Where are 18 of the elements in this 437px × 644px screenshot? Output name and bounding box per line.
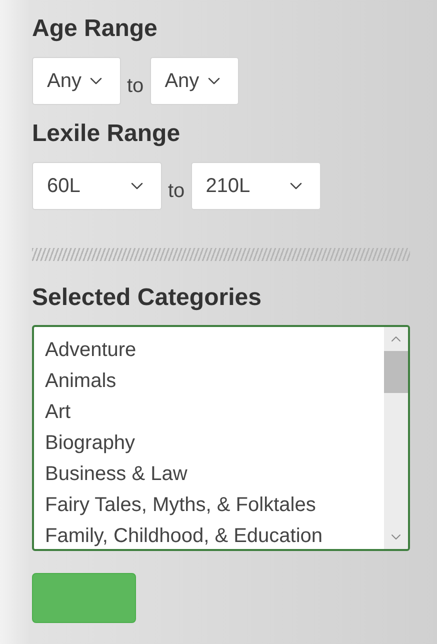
category-option[interactable]: Business & Law [45,459,384,490]
category-option[interactable]: Art [45,397,384,428]
section-heading: Age Range [32,14,158,44]
section-heading: Lexile Range [32,119,182,149]
category-option[interactable]: Adventure [45,335,384,366]
dropdown-select[interactable]: 210L [190,162,321,210]
category-option[interactable]: Animals [45,366,384,397]
category-option[interactable]: Family, Childhood, & Education [45,521,384,549]
section-heading: Selected Categories [32,283,262,313]
dropdown-select[interactable]: Any [150,57,239,105]
category-listbox[interactable]: Adventure Animals Art Biography Business & Law Fairy Tales, Myths, & Folktales Family, Childhood, & Education [32,325,410,551]
dropdown-select[interactable]: 60L [32,162,162,210]
range-separator: to [168,179,185,204]
dropdown-select[interactable]: Any [32,57,121,105]
range-separator: to [127,74,144,99]
category-option[interactable]: Biography [45,428,384,459]
scrollbar-thumb[interactable] [384,351,408,393]
category-option[interactable]: Fairy Tales, Myths, & Folktales [45,490,384,521]
